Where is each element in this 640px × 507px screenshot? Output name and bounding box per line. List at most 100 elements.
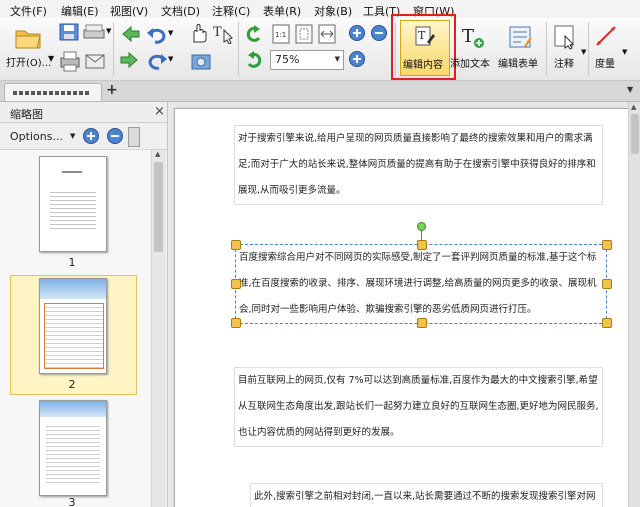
edit-form-label: 编辑表单 <box>498 59 538 70</box>
page-thumbnail-selected[interactable] <box>39 278 107 374</box>
document-canvas: 对于搜索引擎来说,给用户呈现的网页质量直接影响了最终的搜索效果和用户的需求满足;… <box>168 102 640 507</box>
document-tab-title-placeholder <box>13 91 91 95</box>
next-view-icon[interactable] <box>119 50 141 70</box>
thumbnail-size-slider[interactable] <box>128 127 140 147</box>
document-scrollbar[interactable]: ▲ <box>628 102 640 507</box>
menu-bar: 文件(F) 编辑(E) 视图(V) 文档(D) 注释(C) 表单(R) 对象(B… <box>0 0 640 19</box>
add-text-icon: T <box>462 26 484 48</box>
zoom-in-icon[interactable] <box>82 127 100 145</box>
email-icon[interactable] <box>84 50 106 72</box>
zoom-value: 75% <box>275 53 300 66</box>
resize-handle[interactable] <box>602 240 612 250</box>
menu-file[interactable]: 文件(F) <box>10 3 47 19</box>
scan-icon[interactable] <box>82 22 106 42</box>
chevron-down-icon[interactable]: ▼ <box>168 29 173 37</box>
close-icon[interactable]: × <box>154 104 165 119</box>
edit-form-icon <box>509 26 532 48</box>
tab-list-icon[interactable]: ▼ <box>627 85 633 94</box>
folder-open-icon <box>15 30 41 49</box>
svg-text:T: T <box>213 25 222 40</box>
page-thumbnail[interactable] <box>39 400 107 496</box>
chevron-down-icon[interactable]: ▼ <box>70 132 75 140</box>
annotate-icon <box>554 25 574 50</box>
previous-view-icon[interactable] <box>119 24 141 44</box>
snapshot-icon[interactable] <box>190 50 212 72</box>
svg-text:T: T <box>462 26 474 47</box>
scrollbar-thumb[interactable] <box>154 162 163 252</box>
edit-form-button[interactable]: 编辑表单 <box>498 20 544 74</box>
annotate-label: 注释 <box>554 59 574 70</box>
resize-handle[interactable] <box>602 279 612 289</box>
chevron-down-icon[interactable]: ▼ <box>581 48 586 56</box>
menu-form[interactable]: 表单(R) <box>263 3 301 19</box>
toolbar-separator <box>238 22 239 76</box>
scroll-up-icon[interactable]: ▲ <box>631 103 636 111</box>
zoom-out-icon[interactable] <box>370 24 388 42</box>
thumbnail-text-block <box>50 189 96 229</box>
thumbnail-header-band <box>40 401 106 417</box>
thumbnail-toolbar: Options... ▼ <box>0 123 167 150</box>
select-text-icon[interactable]: T <box>211 22 235 44</box>
zoom-in-icon[interactable] <box>348 50 366 68</box>
thumbnail-scrollbar[interactable]: ▲ <box>151 150 166 507</box>
chevron-down-icon[interactable]: ▼ <box>622 48 627 56</box>
chevron-down-icon[interactable]: ▼ <box>106 27 111 35</box>
menu-view[interactable]: 视图(V) <box>110 3 148 19</box>
thumbnail-header-band <box>40 279 106 299</box>
undo-icon[interactable] <box>146 24 168 44</box>
save-icon[interactable] <box>58 22 80 42</box>
resize-handle[interactable] <box>417 240 427 250</box>
chevron-down-icon: ▼ <box>334 55 340 63</box>
menu-edit[interactable]: 编辑(E) <box>61 3 99 19</box>
thumbnail-panel: 缩略图 × Options... ▼ 1 2 3 ▲ <box>0 102 168 507</box>
add-text-label: 添加文本 <box>450 59 490 70</box>
chevron-down-icon[interactable]: ▼ <box>168 55 173 63</box>
resize-handle[interactable] <box>231 318 241 328</box>
resize-handle[interactable] <box>231 279 241 289</box>
menu-object[interactable]: 对象(B) <box>314 3 352 19</box>
resize-handle[interactable] <box>417 318 427 328</box>
text-block[interactable]: 此外,搜索引擎之前相对封闭,一直以来,站长需要通过不断的搜索发现搜索引擎对网 <box>250 483 603 507</box>
menu-document[interactable]: 文档(D) <box>161 3 200 19</box>
annotate-button[interactable]: 注释 <box>550 20 582 74</box>
document-page: 对于搜索引擎来说,给用户呈现的网页质量直接影响了最终的搜索效果和用户的需求满足;… <box>174 108 631 507</box>
document-tab[interactable] <box>4 83 102 101</box>
text-block[interactable]: 对于搜索引擎来说,给用户呈现的网页质量直接影响了最终的搜索效果和用户的需求满足;… <box>234 125 603 205</box>
text-block[interactable]: 目前互联网上的网页,仅有 7%可以达到高质量标准,百度作为最大的中文搜索引擎,希… <box>234 367 603 447</box>
rotate-right-icon[interactable] <box>243 50 265 70</box>
selected-text-block[interactable]: 百度搜索综合用户对不同网页的实际感受,制定了一套评判网页质量的标准,基于这个标准… <box>235 244 605 324</box>
fit-width-icon[interactable] <box>317 23 337 45</box>
measure-icon <box>596 26 616 46</box>
resize-handle[interactable] <box>231 240 241 250</box>
zoom-out-icon[interactable] <box>106 127 124 145</box>
toolbar-separator <box>588 22 589 76</box>
thumbnail-text-line <box>62 171 82 173</box>
chevron-down-icon[interactable]: ▼ <box>48 54 54 63</box>
thumbnail-panel-title: 缩略图 <box>10 108 43 121</box>
page-thumbnail[interactable] <box>39 156 107 252</box>
zoom-select[interactable]: 75% ▼ <box>270 50 344 70</box>
rotate-left-icon[interactable] <box>243 24 265 44</box>
scroll-up-icon[interactable]: ▲ <box>155 150 160 158</box>
main-toolbar: 打开(O)... ▼ ▼ ▼ ▼ T 1:1 75% ▼ T 编辑内容 T 添加… <box>0 14 640 81</box>
menu-comment[interactable]: 注释(C) <box>212 3 250 19</box>
highlight-box <box>391 14 456 80</box>
redo-icon[interactable] <box>146 50 168 70</box>
measure-button[interactable]: 度量 <box>591 20 623 74</box>
measure-label: 度量 <box>595 59 615 70</box>
add-text-button[interactable]: T 添加文本 <box>450 20 496 74</box>
hand-tool-icon[interactable] <box>188 22 210 44</box>
resize-handle[interactable] <box>602 318 612 328</box>
actual-size-icon[interactable]: 1:1 <box>271 23 291 45</box>
zoom-in-icon[interactable] <box>348 24 366 42</box>
new-tab-button[interactable]: + <box>106 82 118 98</box>
scrollbar-thumb[interactable] <box>631 114 639 154</box>
page-number: 1 <box>68 256 76 269</box>
open-label: 打开(O)... <box>6 58 52 69</box>
rotate-handle[interactable] <box>417 222 426 231</box>
toolbar-separator <box>546 22 547 76</box>
thumbnail-options-button[interactable]: Options... <box>10 130 63 143</box>
fit-page-icon[interactable] <box>294 23 314 45</box>
print-icon[interactable] <box>58 50 82 72</box>
open-button[interactable]: 打开(O)... <box>6 22 52 78</box>
